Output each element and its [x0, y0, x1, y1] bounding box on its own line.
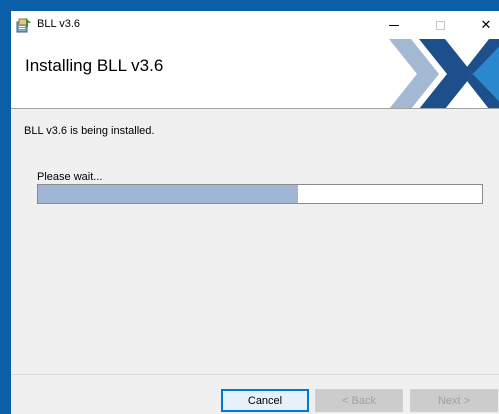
progress-fill [38, 185, 298, 203]
maximize-button [417, 11, 463, 39]
maximize-icon [435, 20, 445, 30]
installer-window: BLL v3.6 ✕ Installing BLL v3.6 BLL v3.6 … [11, 11, 499, 414]
installer-package-icon [16, 17, 32, 33]
next-button: Next > [410, 389, 498, 412]
status-message: BLL v3.6 is being installed. [24, 125, 155, 137]
cancel-button[interactable]: Cancel [221, 389, 309, 412]
page-title: Installing BLL v3.6 [25, 56, 164, 75]
back-button: < Back [315, 389, 403, 412]
wait-label: Please wait... [37, 171, 103, 183]
progress-bar [37, 184, 483, 204]
brand-logo-icon [389, 39, 499, 108]
header-banner: Installing BLL v3.6 [11, 39, 499, 109]
close-button[interactable]: ✕ [463, 11, 499, 39]
button-bar: Cancel < Back Next > [11, 374, 499, 414]
minimize-button[interactable] [371, 11, 417, 39]
close-icon: ✕ [480, 17, 492, 33]
minimize-icon [389, 24, 399, 26]
content-area: BLL v3.6 is being installed. Please wait… [11, 110, 499, 374]
title-bar[interactable]: BLL v3.6 ✕ [11, 11, 499, 39]
window-title: BLL v3.6 [37, 18, 81, 30]
